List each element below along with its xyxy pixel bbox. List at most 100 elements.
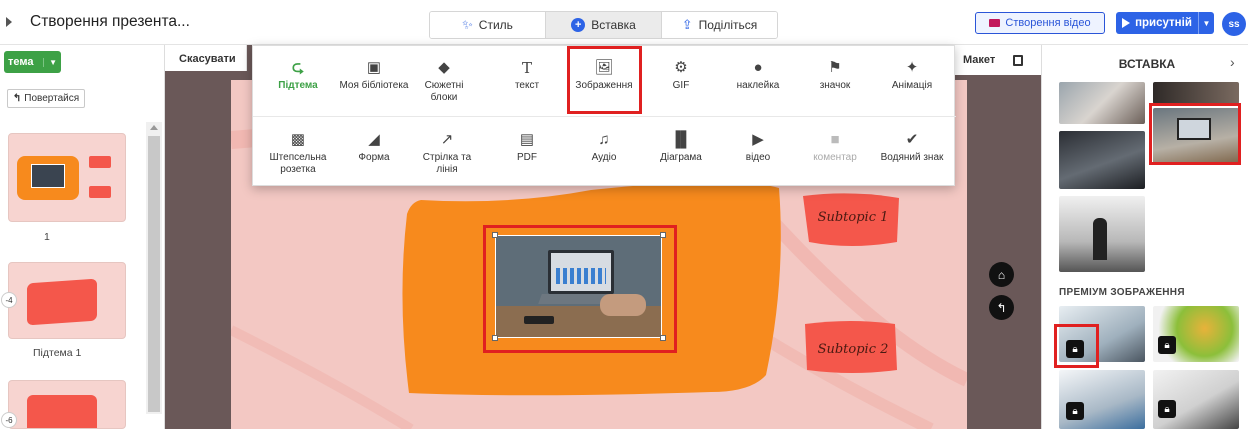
premium-images-label: ПРЕМІУМ ЗОБРАЖЕННЯ bbox=[1059, 287, 1185, 298]
create-video-label: Створення відео bbox=[1005, 17, 1091, 29]
magic-wand-icon: ✨︎ bbox=[462, 17, 473, 32]
watermark-icon: ✔ bbox=[905, 131, 919, 148]
back-icon[interactable]: ↰ bbox=[989, 295, 1014, 320]
scroll-up-icon[interactable] bbox=[150, 125, 158, 130]
home-icon[interactable]: ⌂ bbox=[989, 262, 1014, 287]
slide-thumbnail-2[interactable] bbox=[8, 262, 126, 339]
slide-number: 1 bbox=[44, 231, 50, 243]
tab-share[interactable]: ⇪ Поділіться bbox=[661, 12, 777, 38]
insert-comment[interactable]: ■ коментар bbox=[796, 130, 874, 164]
insert-arrow-line[interactable]: ↗ Стрілка та лінія bbox=[412, 130, 482, 176]
video-camera-icon bbox=[989, 19, 1001, 27]
insert-sticker[interactable]: ● наклейка bbox=[719, 58, 797, 92]
image-thumbnail[interactable] bbox=[1059, 196, 1145, 272]
image-thumbnail[interactable] bbox=[1059, 131, 1145, 189]
video-icon: ▶ bbox=[752, 131, 764, 148]
highlight-box-lock bbox=[1054, 324, 1099, 368]
document-title[interactable]: Створення презента... bbox=[30, 13, 190, 31]
insert-my-library[interactable]: ▣ Моя бібліотека bbox=[335, 58, 413, 92]
layout-button[interactable]: Макет bbox=[955, 45, 1041, 75]
create-video-button[interactable]: Створення відео bbox=[975, 12, 1105, 34]
present-button[interactable]: присутній ▼ bbox=[1116, 12, 1214, 34]
library-icon: ▣ bbox=[366, 59, 382, 76]
insert-pdf-label: PDF bbox=[517, 152, 537, 163]
subtopic-1-label[interactable]: Subtopic 1 bbox=[811, 210, 895, 225]
subtopic-2-label[interactable]: Subtopic 2 bbox=[811, 342, 895, 357]
insert-chart[interactable]: ▐▌ Діаграма bbox=[642, 130, 720, 164]
insert-icon[interactable]: ⚑ значок bbox=[796, 58, 874, 92]
slide-image bbox=[31, 164, 65, 188]
image-thumbnail[interactable] bbox=[1153, 82, 1239, 104]
insert-subtopic-label: Підтема bbox=[278, 80, 318, 91]
cancel-button[interactable]: Скасувати bbox=[165, 45, 247, 71]
sidebar-scrollbar[interactable] bbox=[146, 122, 162, 414]
tab-insert[interactable]: + Вставка bbox=[545, 12, 661, 38]
caret-right-icon[interactable] bbox=[6, 17, 12, 27]
chevron-right-icon[interactable]: › bbox=[1230, 54, 1235, 70]
insert-audio[interactable]: ♫ Аудіо bbox=[565, 130, 643, 164]
back-arrow-icon: ↰ bbox=[12, 93, 22, 104]
chart-icon: ▐▌ bbox=[670, 131, 692, 148]
insert-plugin[interactable]: ▩ Штепсельна розетка bbox=[259, 130, 337, 176]
shapes-icon: ◢ bbox=[368, 131, 380, 148]
slide-subtopic-box bbox=[89, 156, 111, 168]
insert-text[interactable]: Tтекст bbox=[488, 58, 566, 92]
insert-subtopic[interactable]: ⮎ Підтема bbox=[259, 58, 337, 92]
sticker-icon: ● bbox=[753, 59, 763, 76]
tab-style-label: Стиль bbox=[478, 18, 513, 32]
insert-pdf[interactable]: ▤ PDF bbox=[488, 130, 566, 164]
insert-gif-label: GIF bbox=[672, 80, 690, 91]
insert-icon-label: значок bbox=[819, 80, 851, 91]
avatar[interactable]: ss bbox=[1222, 12, 1246, 36]
insert-story-blocks[interactable]: ◆ Сюжетні блоки bbox=[412, 58, 476, 104]
insert-gif[interactable]: ⚙︎ GIF bbox=[642, 58, 720, 92]
gif-icon: ⚙︎ bbox=[674, 59, 688, 76]
plus-circle-icon: + bbox=[571, 18, 586, 32]
scrollbar-thumb[interactable] bbox=[148, 136, 160, 412]
insert-comment-label: коментар bbox=[813, 152, 857, 163]
slide-number: Підтема 1 bbox=[33, 347, 82, 359]
music-icon: ♫ bbox=[598, 131, 610, 148]
insert-story-blocks-label: Сюжетні блоки bbox=[424, 80, 464, 103]
highlight-box-image bbox=[483, 225, 677, 353]
insert-audio-label: Аудіо bbox=[591, 152, 617, 163]
insert-my-library-label: Моя бібліотека bbox=[339, 80, 409, 91]
back-button[interactable]: ↰ Повертайся bbox=[7, 89, 85, 108]
play-icon bbox=[1122, 18, 1131, 28]
chevron-down-icon[interactable]: ▼ bbox=[43, 57, 57, 67]
slide-thumbnail-1[interactable] bbox=[8, 133, 126, 222]
insert-video[interactable]: ▶ відео bbox=[719, 130, 797, 164]
share-icon: ⇪ bbox=[681, 17, 693, 32]
present-dropdown-icon[interactable]: ▼ bbox=[1198, 12, 1214, 34]
layers-icon: ◆ bbox=[438, 59, 450, 76]
insert-sticker-label: наклейка bbox=[736, 80, 780, 91]
animation-icon: ✦ bbox=[905, 59, 919, 76]
premium-image-thumbnail[interactable] bbox=[1059, 370, 1145, 429]
present-label: присутній bbox=[1135, 17, 1192, 29]
image-thumbnail[interactable] bbox=[1059, 82, 1145, 124]
back-button-label: Повертайся bbox=[24, 93, 80, 104]
slide-badge: -4 bbox=[1, 292, 17, 308]
insert-video-label: відео bbox=[745, 152, 771, 163]
slide-thumbnail-3[interactable] bbox=[8, 380, 126, 429]
insert-shape[interactable]: ◢ Форма bbox=[335, 130, 413, 164]
insert-arrow-line-label: Стрілка та лінія bbox=[422, 152, 472, 175]
tab-style[interactable]: ✨︎ Стиль bbox=[430, 12, 545, 38]
lock-icon: 🔒︎ bbox=[1066, 402, 1084, 420]
slide-subtopic-box bbox=[89, 186, 111, 198]
top-tabs: ✨︎ Стиль + Вставка ⇪ Поділіться bbox=[429, 11, 778, 39]
tab-insert-label: Вставка bbox=[591, 18, 636, 32]
insert-chart-label: Діаграма bbox=[660, 152, 702, 163]
pdf-icon: ▤ bbox=[519, 131, 535, 148]
dropdown-divider bbox=[253, 116, 956, 117]
insert-animation[interactable]: ✦ Анімація bbox=[873, 58, 951, 92]
flag-icon: ⚑ bbox=[828, 59, 842, 76]
notes-icon[interactable] bbox=[1013, 55, 1023, 66]
insert-shape-label: Форма bbox=[358, 152, 390, 163]
topic-button[interactable]: тема ▼ bbox=[4, 51, 61, 73]
insert-watermark[interactable]: ✔ Водяний знак bbox=[873, 130, 951, 164]
insert-plugin-label: Штепсельна розетка bbox=[269, 152, 327, 175]
tab-share-label: Поділіться bbox=[698, 18, 758, 32]
subtopic-icon: ⮎ bbox=[291, 59, 304, 76]
insert-animation-label: Анімація bbox=[891, 80, 933, 91]
